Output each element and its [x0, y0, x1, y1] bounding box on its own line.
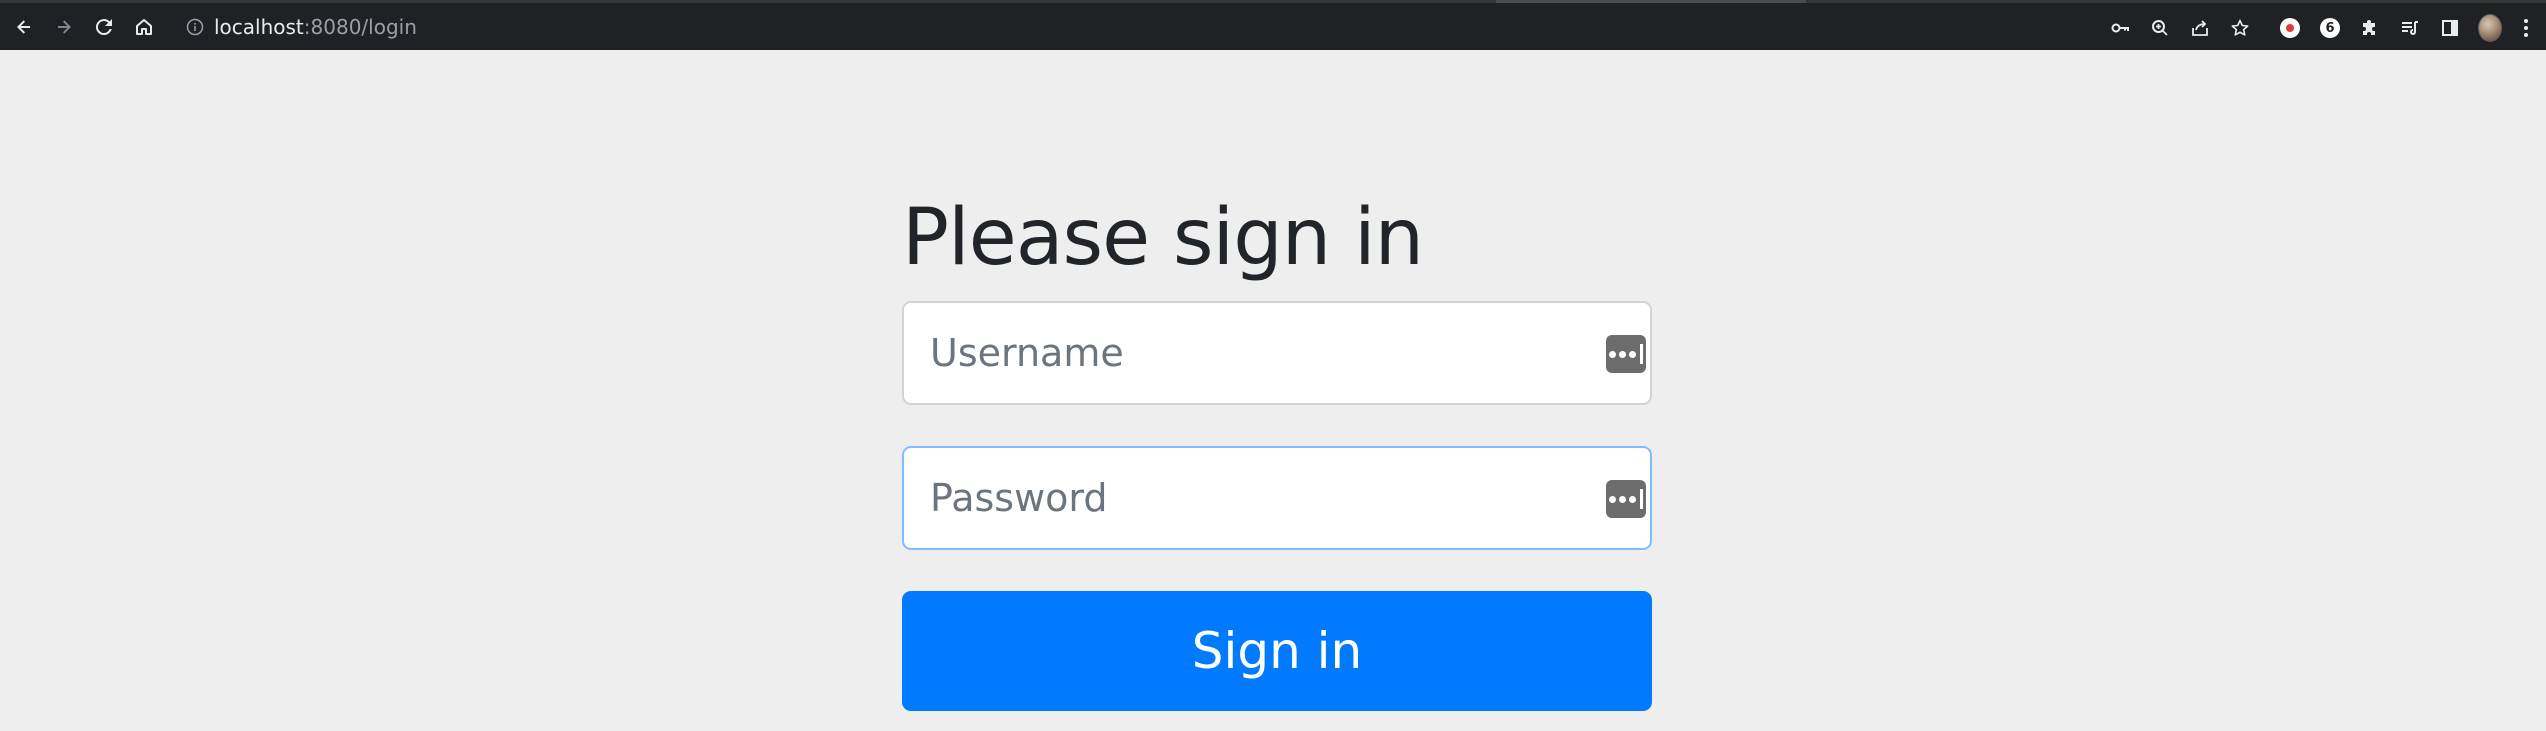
reload-button[interactable] [90, 13, 118, 41]
username-input[interactable] [904, 303, 1650, 403]
info-icon[interactable] [186, 18, 204, 36]
share-button[interactable] [2188, 16, 2212, 40]
reload-icon [95, 19, 112, 36]
tab-strip-highlight [1496, 0, 1806, 3]
password-field[interactable]: Password [902, 446, 1652, 550]
reading-list-button[interactable] [2398, 16, 2422, 40]
share-icon [2192, 20, 2208, 36]
zoom-button[interactable] [2148, 16, 2172, 40]
star-icon [2231, 19, 2249, 36]
kebab-menu-icon [2523, 19, 2529, 37]
back-button[interactable] [10, 13, 38, 41]
url-text[interactable]: localhost:8080/login [214, 16, 417, 38]
url-host: localhost [214, 15, 304, 39]
address-bar[interactable]: localhost:8080/login [172, 9, 2182, 45]
side-panel-icon [2442, 20, 2458, 36]
url-path: :8080/login [303, 15, 417, 39]
forward-button[interactable] [50, 13, 78, 41]
puzzle-icon [2363, 20, 2375, 35]
arrow-left-icon [17, 20, 30, 34]
home-icon [136, 19, 152, 35]
profile-button[interactable] [2478, 14, 2502, 42]
reading-list-icon [2402, 21, 2418, 35]
record-extension-icon [2280, 18, 2300, 38]
side-panel-button[interactable] [2438, 16, 2462, 40]
page-title: Please sign in [902, 193, 1424, 283]
record-extension-button[interactable] [2278, 16, 2302, 40]
sign-in-button[interactable]: Sign in [902, 591, 1652, 711]
browser-menu-button[interactable] [2514, 16, 2538, 40]
arrow-right-icon [58, 20, 71, 34]
browser-toolbar: localhost:8080/login 6 [0, 0, 2546, 50]
password-manager-icon[interactable] [1606, 480, 1646, 518]
password-key-button[interactable] [2108, 16, 2132, 40]
password-manager-icon[interactable] [1606, 335, 1646, 373]
extensions-button[interactable] [2358, 16, 2382, 40]
password-input[interactable] [904, 448, 1650, 548]
letter-extension-button[interactable]: 6 [2318, 16, 2342, 40]
bookmark-button[interactable] [2228, 16, 2252, 40]
zoom-icon [2152, 20, 2168, 36]
key-icon [2111, 23, 2129, 33]
home-button[interactable] [130, 13, 158, 41]
username-field[interactable]: Username [902, 301, 1652, 405]
avatar [2478, 14, 2502, 42]
letter-extension-icon: 6 [2320, 18, 2340, 38]
